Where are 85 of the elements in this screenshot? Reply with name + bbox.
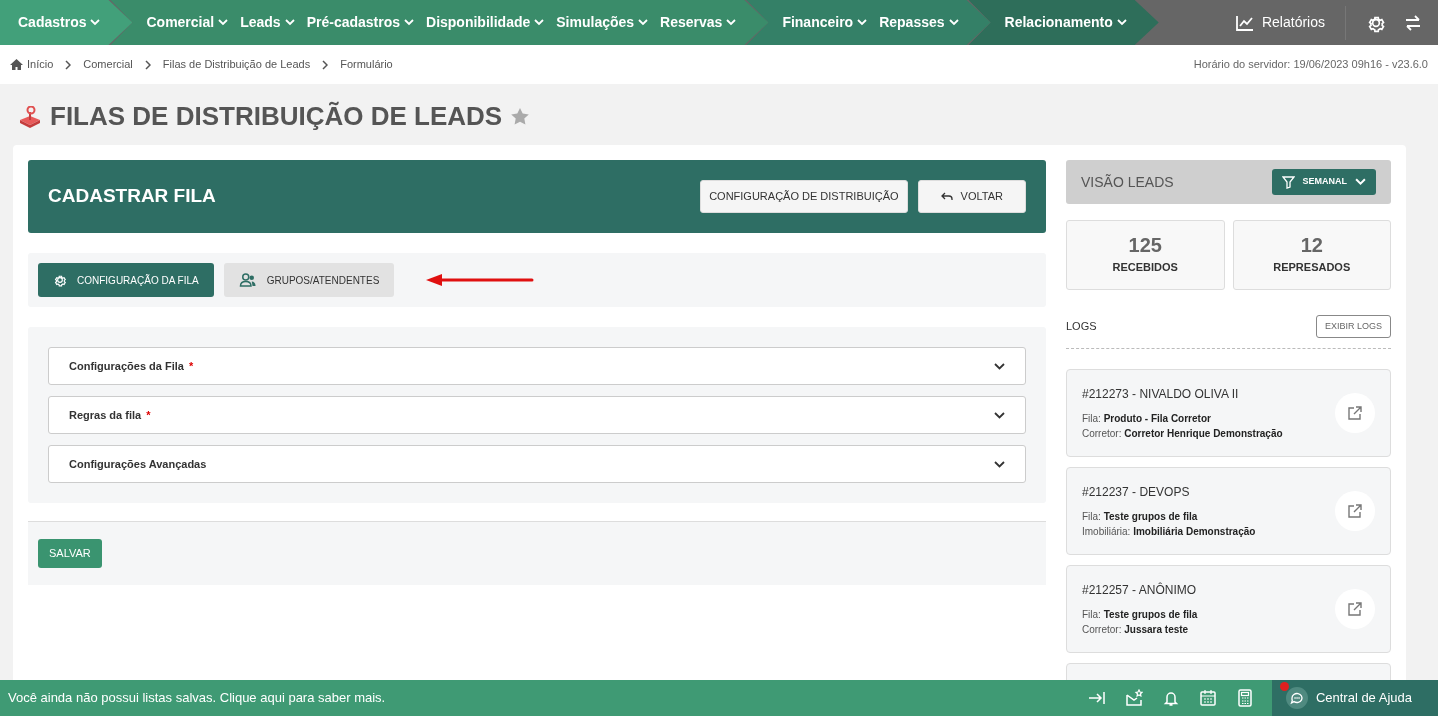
swap-icon[interactable] [1404, 13, 1422, 32]
menu-item[interactable]: Comercial [146, 12, 229, 33]
log-detail: Imobiliária: Imobiliária Demonstração [1082, 525, 1256, 540]
log-title: #212257 - ANÔNIMO [1082, 581, 1198, 600]
chevron-down-icon [284, 19, 295, 26]
save-button[interactable]: SALVAR [38, 539, 102, 569]
back-arrow-icon [940, 192, 953, 202]
form-tab[interactable]: GRUPOS/ATENDENTES [223, 263, 395, 298]
chevron-down-icon [994, 362, 1005, 370]
saved-lists-link[interactable]: Você ainda não possui listas salvas. Clique aqui para saber mais. [8, 688, 386, 708]
chevron-right-icon [144, 59, 151, 70]
calculator-icon[interactable] [1235, 689, 1254, 707]
accordion-header[interactable]: Configurações Avançadas [48, 445, 1026, 484]
back-button[interactable]: VOLTAR [917, 180, 1026, 214]
server-time: Horário do servidor: 19/06/2023 09h16 - v23.6.0 [1193, 57, 1428, 73]
help-center-button[interactable]: Central de Ajuda [1271, 680, 1438, 716]
open-link-button[interactable] [1335, 491, 1375, 532]
menu-item[interactable]: Cadastros [18, 12, 101, 33]
show-logs-button[interactable]: EXIBIR LOGS [1315, 315, 1391, 339]
menu-item[interactable]: Simulações [556, 12, 649, 33]
external-link-icon [1348, 406, 1362, 421]
required-marker: * [188, 358, 194, 374]
chevron-down-icon [218, 19, 229, 26]
log-title: #212273 - NIVALDO OLIVA II [1082, 386, 1240, 404]
stat-label: RECEBIDOS [1112, 259, 1178, 275]
users-icon [238, 273, 257, 288]
stat-value: 12 [1300, 234, 1323, 255]
log-detail: Corretor: Corretor Henrique Demonstração [1082, 427, 1283, 442]
open-link-button[interactable] [1335, 393, 1375, 434]
chevron-down-icon [638, 19, 649, 26]
star-icon[interactable] [510, 107, 531, 127]
menu-item[interactable]: Relacionamento [1004, 12, 1127, 33]
log-detail: Corretor: Jussara teste [1082, 623, 1190, 638]
chevron-down-icon [994, 411, 1005, 419]
log-detail: Fila: Produto - Fila Corretor [1082, 412, 1212, 427]
accordion-header[interactable]: Configurações da Fila * [48, 347, 1026, 386]
chevron-down-icon [994, 460, 1005, 468]
breadcrumb-link[interactable]: Início [27, 56, 54, 73]
filter-icon [1281, 175, 1295, 189]
line-chart-icon [1235, 14, 1254, 31]
menu-item[interactable]: Leads [240, 12, 295, 33]
external-link-icon [1348, 504, 1362, 519]
chevron-down-icon [857, 19, 868, 26]
menu-item[interactable]: Repasses [879, 12, 959, 33]
distribution-settings-button[interactable]: CONFIGURAÇÃO DE DISTRIBUIÇÃO [700, 180, 908, 214]
page-title: FILAS DE DISTRIBUIÇÃO DE LEADS [50, 101, 503, 133]
menu-item[interactable]: Reservas [660, 12, 737, 33]
chevron-down-icon [1116, 19, 1127, 26]
chevron-right-icon [65, 59, 72, 70]
calendar-icon[interactable] [1198, 689, 1217, 707]
settings-icon [53, 273, 67, 288]
chevron-down-icon [90, 19, 101, 26]
chevron-down-icon [948, 19, 959, 26]
log-detail: Fila: Teste grupos de fila [1082, 510, 1199, 525]
chevron-down-icon [1355, 178, 1366, 187]
collapse-icon[interactable] [1087, 689, 1106, 707]
breadcrumb-link[interactable]: Formulário [340, 56, 393, 73]
chevron-down-icon [534, 19, 545, 26]
chevron-down-icon [404, 19, 415, 26]
menu-item[interactable]: Pré-cadastros [306, 12, 415, 33]
logs-heading: LOGS [1066, 319, 1097, 335]
mail-star-icon[interactable] [1124, 689, 1143, 707]
chevron-right-icon [322, 59, 329, 70]
open-link-button[interactable] [1335, 589, 1375, 630]
home-icon[interactable] [10, 59, 23, 70]
breadcrumb-link[interactable]: Filas de Distribuição de Leads [162, 56, 311, 73]
required-marker: * [146, 407, 151, 423]
menu-item[interactable]: Financeiro [782, 12, 868, 33]
menu-item[interactable]: Disponibilidade [426, 12, 545, 33]
form-title: CADASTRAR FILA [48, 185, 216, 209]
chevron-down-icon [726, 19, 737, 26]
form-tab[interactable]: CONFIGURAÇÃO DA FILA [38, 263, 214, 298]
panel-title: VISÃO LEADS [1081, 172, 1174, 192]
joystick-icon [18, 105, 42, 128]
log-title: #212237 - DEVOPS [1082, 484, 1191, 502]
breadcrumb-link[interactable]: Comercial [83, 56, 133, 73]
external-link-icon [1348, 602, 1362, 617]
stat-value: 125 [1128, 234, 1162, 255]
log-detail: Fila: Teste grupos de fila [1082, 608, 1198, 623]
bell-icon[interactable] [1161, 689, 1180, 707]
stat-label: REPRESADOS [1273, 259, 1351, 275]
reports-link[interactable]: Relatórios [1235, 12, 1325, 33]
chat-icon [1285, 687, 1308, 709]
accordion-header[interactable]: Regras da fila * [48, 396, 1026, 435]
period-dropdown[interactable]: SEMANAL [1271, 169, 1376, 196]
